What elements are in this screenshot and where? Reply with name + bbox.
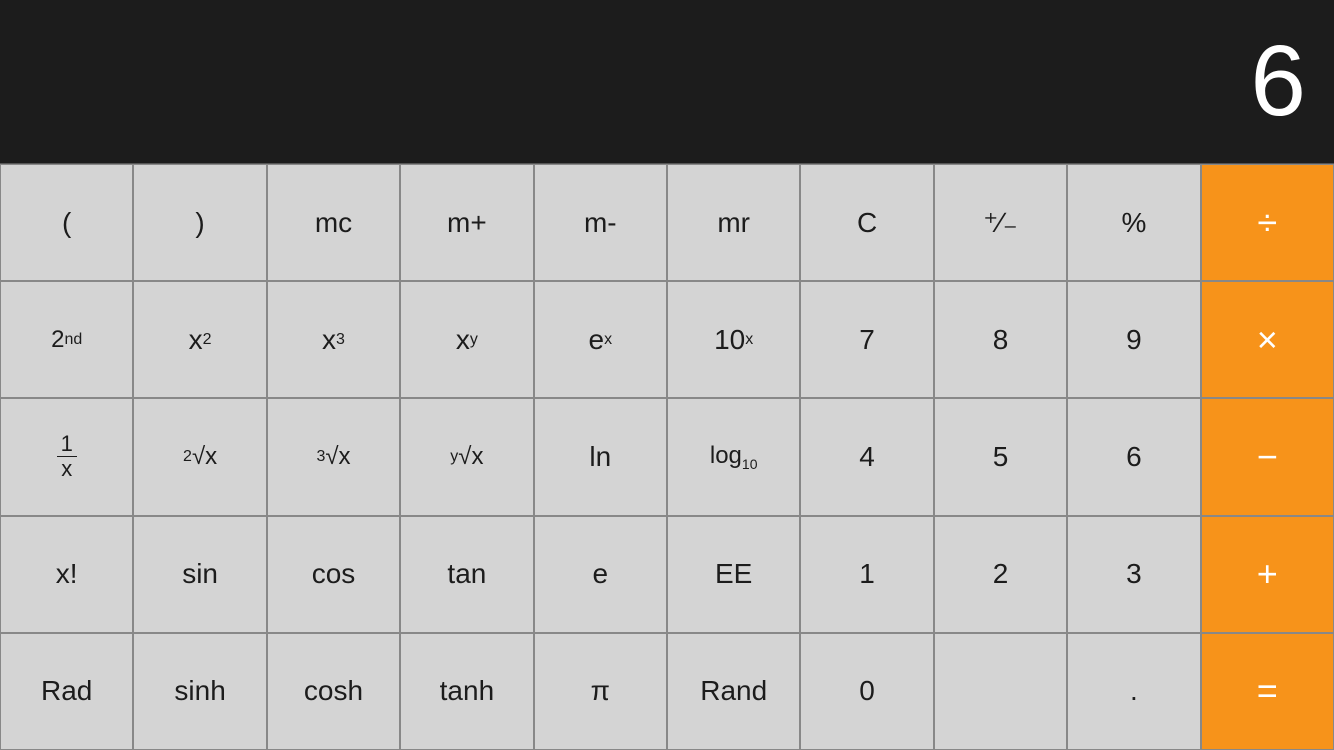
empty-button [934,633,1067,750]
factorial-button[interactable]: x! [0,516,133,633]
multiply-button[interactable]: × [1201,281,1334,398]
display-area: 6 [0,0,1334,163]
6-button[interactable]: 6 [1067,398,1200,515]
ln-button[interactable]: ln [534,398,667,515]
calculator-grid: ( ) mc m+ m- mr C ⁺∕₋ % ÷ 2nd x2 x3 xy e… [0,163,1334,750]
2-button[interactable]: 2 [934,516,1067,633]
x2-button[interactable]: x2 [133,281,266,398]
log10-button[interactable]: log10 [667,398,800,515]
plusminus-button[interactable]: ⁺∕₋ [934,164,1067,281]
plus-button[interactable]: + [1201,516,1334,633]
cosh-button[interactable]: cosh [267,633,400,750]
tanh-button[interactable]: tanh [400,633,533,750]
reciprocal-button[interactable]: 1 x [0,398,133,515]
mminus-button[interactable]: m- [534,164,667,281]
8-button[interactable]: 8 [934,281,1067,398]
3-button[interactable]: 3 [1067,516,1200,633]
sqrty-button[interactable]: y√x [400,398,533,515]
rand-button[interactable]: Rand [667,633,800,750]
cos-button[interactable]: cos [267,516,400,633]
ee-button[interactable]: EE [667,516,800,633]
tan-button[interactable]: tan [400,516,533,633]
close-paren-button[interactable]: ) [133,164,266,281]
x3-button[interactable]: x3 [267,281,400,398]
display-value: 6 [1250,24,1304,139]
open-paren-button[interactable]: ( [0,164,133,281]
7-button[interactable]: 7 [800,281,933,398]
pi-button[interactable]: π [534,633,667,750]
ex-button[interactable]: ex [534,281,667,398]
mr-button[interactable]: mr [667,164,800,281]
sqrt3-button[interactable]: 3√x [267,398,400,515]
dot-button[interactable]: . [1067,633,1200,750]
rad-button[interactable]: Rad [0,633,133,750]
xy-button[interactable]: xy [400,281,533,398]
9-button[interactable]: 9 [1067,281,1200,398]
mc-button[interactable]: mc [267,164,400,281]
sinh-button[interactable]: sinh [133,633,266,750]
e-button[interactable]: e [534,516,667,633]
4-button[interactable]: 4 [800,398,933,515]
mplus-button[interactable]: m+ [400,164,533,281]
1-button[interactable]: 1 [800,516,933,633]
divide-button[interactable]: ÷ [1201,164,1334,281]
percent-button[interactable]: % [1067,164,1200,281]
equals-button[interactable]: = [1201,633,1334,750]
2nd-button[interactable]: 2nd [0,281,133,398]
5-button[interactable]: 5 [934,398,1067,515]
minus-button[interactable]: − [1201,398,1334,515]
clear-button[interactable]: C [800,164,933,281]
sqrt2-button[interactable]: 2√x [133,398,266,515]
0-button[interactable]: 0 [800,633,933,750]
sin-button[interactable]: sin [133,516,266,633]
10x-button[interactable]: 10x [667,281,800,398]
